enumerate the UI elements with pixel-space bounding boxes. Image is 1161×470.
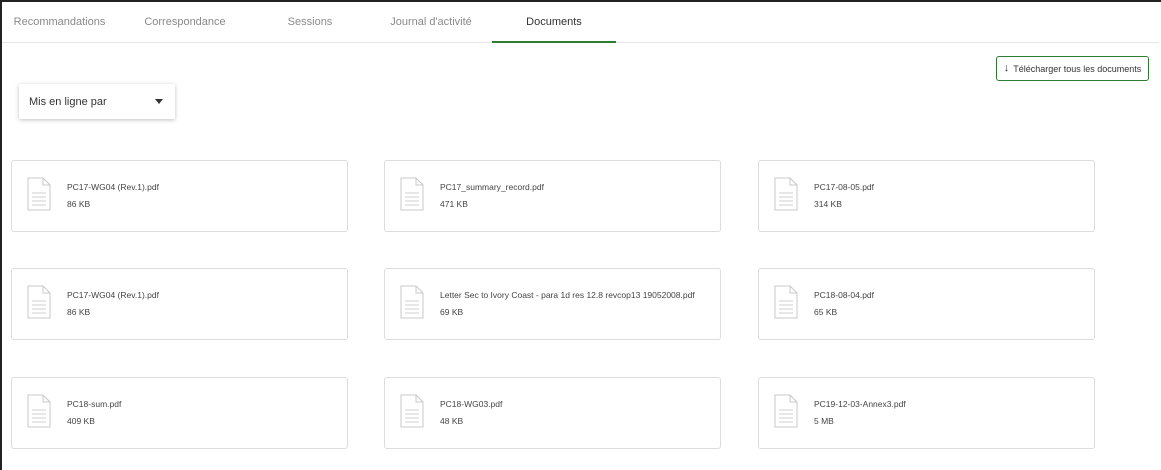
document-size: 314 KB — [814, 199, 842, 209]
document-name[interactable]: PC17-WG04 (Rev.1).pdf — [67, 290, 159, 300]
file-document-icon — [400, 394, 424, 428]
document-name[interactable]: PC18-sum.pdf — [67, 399, 121, 409]
document-size: 69 KB — [440, 307, 464, 317]
document-name[interactable]: PC17-WG04 (Rev.1).pdf — [67, 182, 159, 192]
document-size: 409 KB — [67, 416, 95, 426]
document-name[interactable]: PC17-08-05.pdf — [814, 182, 874, 192]
file-document-icon — [27, 177, 51, 211]
tab-journal[interactable]: Journal d'activité — [377, 2, 485, 43]
file-document-icon — [774, 394, 798, 428]
tab-correspondance[interactable]: Correspondance — [130, 2, 240, 43]
file-document-icon — [400, 177, 424, 211]
document-name[interactable]: PC19-12-03-Annex3.pdf — [814, 399, 906, 409]
document-size: 471 KB — [440, 199, 468, 209]
download-all-label: Télécharger tous les documents — [1013, 63, 1142, 74]
file-document-icon — [400, 285, 424, 319]
document-size: 86 KB — [67, 199, 91, 209]
document-card[interactable]: PC17_summary_record.pdf 471 KB — [384, 160, 721, 232]
document-card[interactable]: PC19-12-03-Annex3.pdf 5 MB — [758, 377, 1095, 449]
document-name[interactable]: PC18-08-04.pdf — [814, 290, 874, 300]
download-arrow-icon: ↓ — [1003, 62, 1010, 74]
document-size: 65 KB — [814, 307, 838, 317]
document-card[interactable]: Letter Sec to Ivory Coast - para 1d res … — [384, 268, 721, 340]
tab-sessions[interactable]: Sessions — [262, 2, 358, 43]
document-name[interactable]: PC17_summary_record.pdf — [440, 182, 544, 192]
document-card[interactable]: PC18-sum.pdf 409 KB — [11, 377, 348, 449]
document-name[interactable]: PC18-WG03.pdf — [440, 399, 502, 409]
document-card[interactable]: PC17-08-05.pdf 314 KB — [758, 160, 1095, 232]
document-size: 5 MB — [814, 416, 834, 426]
document-size: 86 KB — [67, 307, 91, 317]
tab-recommandations[interactable]: Recommandations — [2, 2, 117, 43]
file-document-icon — [774, 285, 798, 319]
caret-down-icon — [155, 99, 163, 104]
file-document-icon — [27, 394, 51, 428]
download-all-button[interactable]: ↓ Télécharger tous les documents — [996, 56, 1149, 81]
document-name[interactable]: Letter Sec to Ivory Coast - para 1d res … — [440, 290, 695, 300]
file-document-icon — [27, 285, 51, 319]
tab-documents[interactable]: Documents — [492, 2, 616, 43]
document-card[interactable]: PC18-WG03.pdf 48 KB — [384, 377, 721, 449]
uploaded-by-select-value: Mis en ligne par — [29, 95, 107, 108]
file-document-icon — [774, 177, 798, 211]
document-card[interactable]: PC18-08-04.pdf 65 KB — [758, 268, 1095, 340]
document-card[interactable]: PC17-WG04 (Rev.1).pdf 86 KB — [11, 160, 348, 232]
document-size: 48 KB — [440, 416, 464, 426]
document-card[interactable]: PC17-WG04 (Rev.1).pdf 86 KB — [11, 268, 348, 340]
tab-bar: Recommandations Correspondance Sessions … — [2, 2, 1159, 43]
uploaded-by-select[interactable]: Mis en ligne par — [19, 84, 175, 119]
